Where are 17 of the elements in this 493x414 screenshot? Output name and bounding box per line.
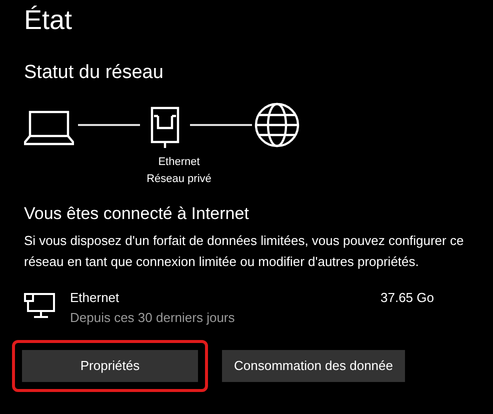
adapter-label: Ethernet — [158, 155, 200, 170]
network-type-label: Réseau privé — [146, 172, 212, 187]
connector-line — [190, 124, 252, 126]
connector-line — [78, 124, 140, 126]
usage-period: Depuis ces 30 derniers jours — [70, 309, 236, 327]
action-button[interactable]: Consommation des donnée — [222, 350, 405, 382]
section-heading: Statut du réseau — [24, 61, 164, 85]
desktop-computer-icon — [24, 293, 56, 319]
usage-amount: 37.65 Go — [380, 289, 434, 307]
usage-name: Ethernet — [70, 289, 120, 307]
globe-icon — [254, 102, 300, 148]
page-title: État — [24, 4, 74, 37]
connection-description: Si vous disposez d'un forfait de données limitées, vous pouvez configurer ce réseau en tant que connexion limitée ou modifier d'autres propriétés. — [24, 232, 465, 271]
action-button[interactable]: Propriétés — [22, 350, 198, 382]
ethernet-port-icon — [150, 106, 180, 148]
laptop-icon — [24, 110, 74, 146]
connection-heading: Vous êtes connecté à Internet — [24, 203, 250, 225]
